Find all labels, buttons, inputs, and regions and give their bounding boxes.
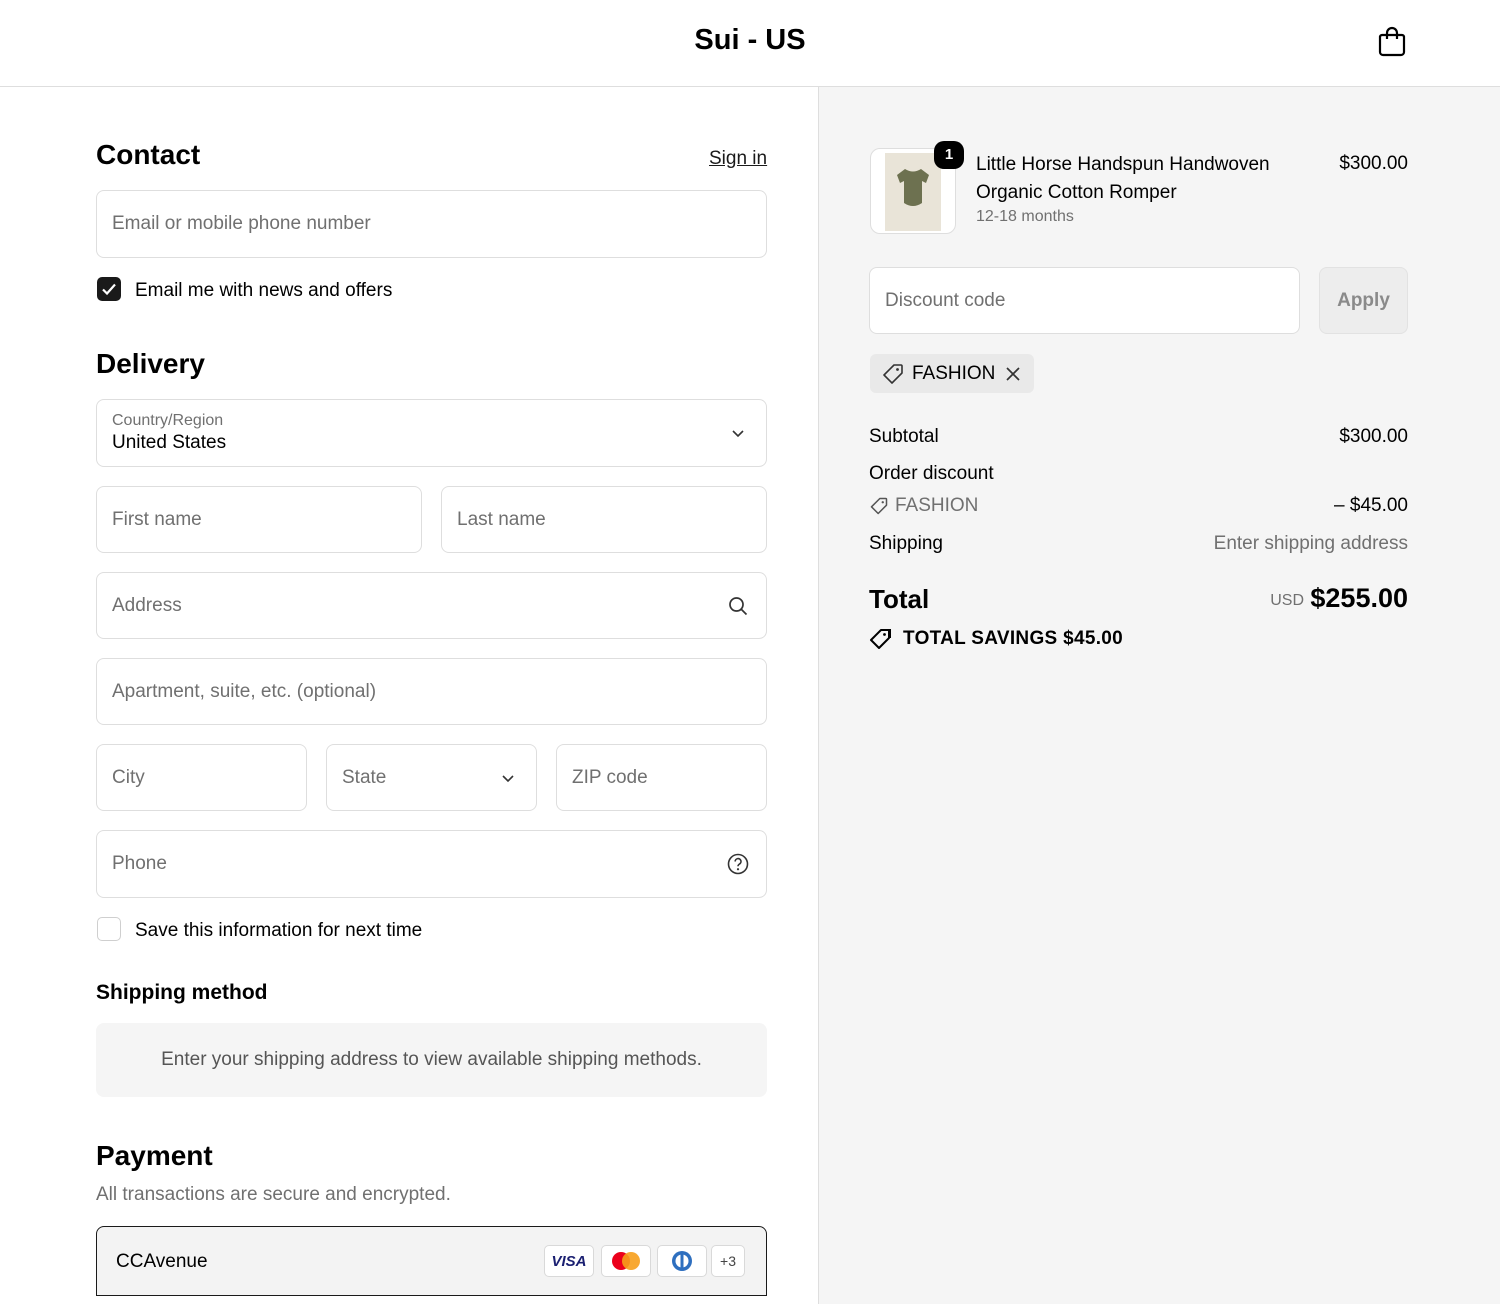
header: Sui - US — [0, 0, 1500, 87]
state-select[interactable]: State — [326, 744, 537, 811]
check-icon — [102, 283, 116, 296]
chevron-down-icon — [732, 430, 744, 438]
email-field[interactable]: Email or mobile phone number — [96, 190, 767, 258]
newsletter-checkbox[interactable] — [97, 277, 121, 301]
subtotal-label: Subtotal — [869, 426, 939, 447]
contact-heading: Contact — [96, 139, 201, 170]
delivery-heading: Delivery — [96, 348, 205, 379]
visa-card-icon: VISA — [544, 1245, 594, 1277]
apply-discount-button[interactable]: Apply — [1319, 267, 1408, 334]
country-value: United States — [112, 432, 227, 453]
payment-heading: Payment — [96, 1140, 213, 1171]
quantity-badge: 1 — [934, 141, 964, 169]
apartment-field[interactable]: Apartment, suite, etc. (optional) — [96, 658, 767, 725]
shipping-notice-text: Enter your shipping address to view avai… — [161, 1049, 702, 1070]
mastercard-icon — [601, 1245, 651, 1277]
shipping-label: Shipping — [869, 533, 943, 554]
close-icon[interactable] — [1004, 365, 1022, 383]
phone-placeholder: Phone — [112, 853, 167, 874]
product-variant: 12-18 months — [976, 208, 1074, 225]
discount-code-label: FASHION — [895, 495, 979, 516]
total-label: Total — [869, 584, 930, 614]
first-name-field[interactable]: First name — [96, 486, 422, 553]
discount-detail-row: FASHION – $45.00 — [869, 495, 1408, 519]
city-field[interactable]: City — [96, 744, 307, 811]
diners-card-icon — [657, 1245, 707, 1277]
order-discount-label: Order discount — [869, 463, 994, 484]
address-field[interactable]: Address — [96, 572, 767, 639]
payment-subtitle: All transactions are secure and encrypte… — [96, 1184, 451, 1205]
last-name-placeholder: Last name — [457, 508, 546, 530]
apartment-placeholder: Apartment, suite, etc. (optional) — [112, 680, 377, 702]
tag-icon — [870, 497, 888, 515]
payment-method-ccavenue[interactable]: CCAvenue VISA +3 — [96, 1226, 767, 1296]
discount-code-placeholder: Discount code — [885, 289, 1006, 311]
save-info-label: Save this information for next time — [135, 920, 423, 941]
subtotal-value: $300.00 — [1339, 426, 1408, 447]
visa-text: VISA — [551, 1253, 587, 1270]
product-name: Little Horse Handspun Handwoven Organic … — [976, 154, 1270, 203]
tag-icon — [883, 364, 903, 384]
total-value: $255.00 — [1310, 583, 1408, 613]
last-name-field[interactable]: Last name — [441, 486, 767, 553]
zip-field[interactable]: ZIP code — [556, 744, 767, 811]
applied-discount-chip: FASHION — [870, 354, 1034, 393]
discount-code-field[interactable]: Discount code — [869, 267, 1300, 334]
more-cards-badge: +3 — [711, 1245, 745, 1277]
shopping-bag-icon[interactable] — [1377, 25, 1407, 57]
country-select[interactable]: Country/Region United States — [96, 399, 767, 467]
country-label: Country/Region — [112, 412, 224, 429]
zip-placeholder: ZIP code — [572, 766, 648, 788]
address-placeholder: Address — [112, 594, 182, 616]
email-placeholder: Email or mobile phone number — [112, 213, 371, 234]
newsletter-label: Email me with news and offers — [135, 280, 393, 301]
chevron-down-icon — [502, 774, 514, 782]
payment-method-name: CCAvenue — [116, 1251, 208, 1272]
search-icon[interactable] — [727, 595, 749, 617]
applied-code-label: FASHION — [912, 363, 996, 384]
savings-tag-icon — [870, 629, 891, 649]
sign-in-link[interactable]: Sign in — [709, 148, 767, 170]
total-currency: USD — [1270, 592, 1304, 609]
shipping-notice: Enter your shipping address to view avai… — [96, 1023, 767, 1097]
shipping-method-heading: Shipping method — [96, 981, 268, 1004]
help-icon[interactable] — [726, 852, 750, 876]
total-savings: TOTAL SAVINGS $45.00 — [903, 628, 1124, 649]
city-placeholder: City — [112, 766, 145, 788]
store-title[interactable]: Sui - US — [0, 24, 1500, 57]
discount-value: – $45.00 — [1334, 495, 1408, 516]
first-name-placeholder: First name — [112, 508, 202, 530]
phone-field[interactable]: Phone — [96, 830, 767, 898]
order-discount-row: Order discount — [869, 463, 1408, 487]
save-info-checkbox[interactable] — [97, 917, 121, 941]
state-placeholder: State — [342, 766, 387, 788]
subtotal-row: Subtotal $300.00 — [869, 426, 1408, 450]
shipping-value: Enter shipping address — [1213, 533, 1408, 554]
shipping-row: Shipping Enter shipping address — [869, 533, 1408, 557]
product-price: $300.00 — [1339, 153, 1408, 174]
